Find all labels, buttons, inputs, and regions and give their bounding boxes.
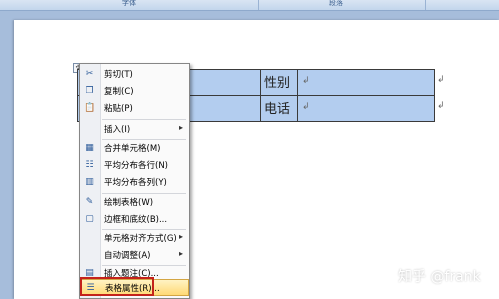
submenu-arrow-icon: ▸ (178, 123, 183, 132)
menu-item-label: 边框和底纹(B)... (104, 215, 168, 225)
row-end-mark-icon: ↲ (437, 75, 445, 85)
merge-cells-icon: ▦ (85, 143, 94, 153)
row-end-mark-icon: ↲ (437, 101, 445, 111)
menu-item-cell-alignment[interactable]: 单元格对齐方式(G) ▸ (80, 230, 189, 247)
menu-item-draw-table[interactable]: ✎ 绘制表格(W) (80, 194, 189, 211)
menu-separator (102, 119, 186, 120)
ribbon-group-font-label: 字体 (122, 0, 136, 7)
ribbon-group-paragraph: 段落 (259, 0, 426, 10)
table-context-menu: ✂ 剪切(T) ❐ 复制(C) 📋 粘贴(P) 插入(I) ▸ ▦ 合并单元格(… (79, 63, 190, 299)
table-cell[interactable]: ↲ (297, 95, 435, 122)
copy-icon: ❐ (85, 86, 94, 96)
scissors-icon: ✂ (85, 69, 94, 79)
cell-end-mark-icon: ↲ (302, 102, 310, 112)
menu-item-label: 剪切(T) (104, 70, 133, 80)
menu-item-autofit[interactable]: 自动调整(A) ▸ (80, 247, 189, 264)
borders-icon: ▢ (85, 214, 94, 224)
menu-item-paste[interactable]: 📋 粘贴(P) (80, 100, 189, 117)
ribbon-bar: 字体 段落 (0, 0, 499, 11)
submenu-arrow-icon: ▸ (178, 249, 183, 258)
menu-item-distribute-columns[interactable]: ▥ 平均分布各列(Y) (80, 174, 189, 191)
submenu-arrow-icon: ▸ (178, 232, 183, 241)
menu-item-label: 绘制表格(W) (104, 198, 154, 208)
menu-item-label: 插入(I) (104, 125, 131, 135)
paste-icon: 📋 (84, 103, 96, 113)
menu-item-borders-shading[interactable]: ▢ 边框和底纹(B)... (80, 211, 189, 228)
menu-item-label: 平均分布各行(N) (104, 161, 168, 171)
menu-item-copy[interactable]: ❐ 复制(C) (80, 83, 189, 100)
menu-item-label: 合并单元格(M) (104, 144, 161, 154)
watermark: 知乎 @frank (398, 269, 481, 285)
highlight-box (80, 277, 154, 296)
gender-label: 性别 (264, 76, 291, 91)
table-cell[interactable]: ↲ (297, 69, 435, 96)
menu-item-label: 单元格对齐方式(G) (104, 234, 177, 244)
cell-end-mark-icon: ↲ (302, 76, 310, 86)
phone-label: 电话 (264, 102, 291, 117)
menu-item-label: 复制(C) (104, 87, 134, 97)
menu-item-label: 粘贴(P) (104, 104, 133, 114)
table-cell[interactable]: 电话 (260, 95, 298, 122)
distribute-rows-icon: ☷ (85, 160, 94, 170)
draw-table-icon: ✎ (85, 197, 94, 207)
menu-item-distribute-rows[interactable]: ☷ 平均分布各行(N) (80, 157, 189, 174)
menu-item-merge-cells[interactable]: ▦ 合并单元格(M) (80, 140, 189, 157)
table-cell[interactable]: 性别 (260, 69, 298, 96)
ribbon-group-font: 字体 (0, 0, 259, 10)
menu-item-insert[interactable]: 插入(I) ▸ (80, 121, 189, 138)
distribute-columns-icon: ▥ (85, 177, 94, 187)
menu-item-label: 自动调整(A) (104, 251, 151, 261)
ribbon-group-paragraph-label: 段落 (329, 0, 343, 7)
menu-item-cut[interactable]: ✂ 剪切(T) (80, 66, 189, 83)
menu-item-label: 平均分布各列(Y) (104, 178, 167, 188)
